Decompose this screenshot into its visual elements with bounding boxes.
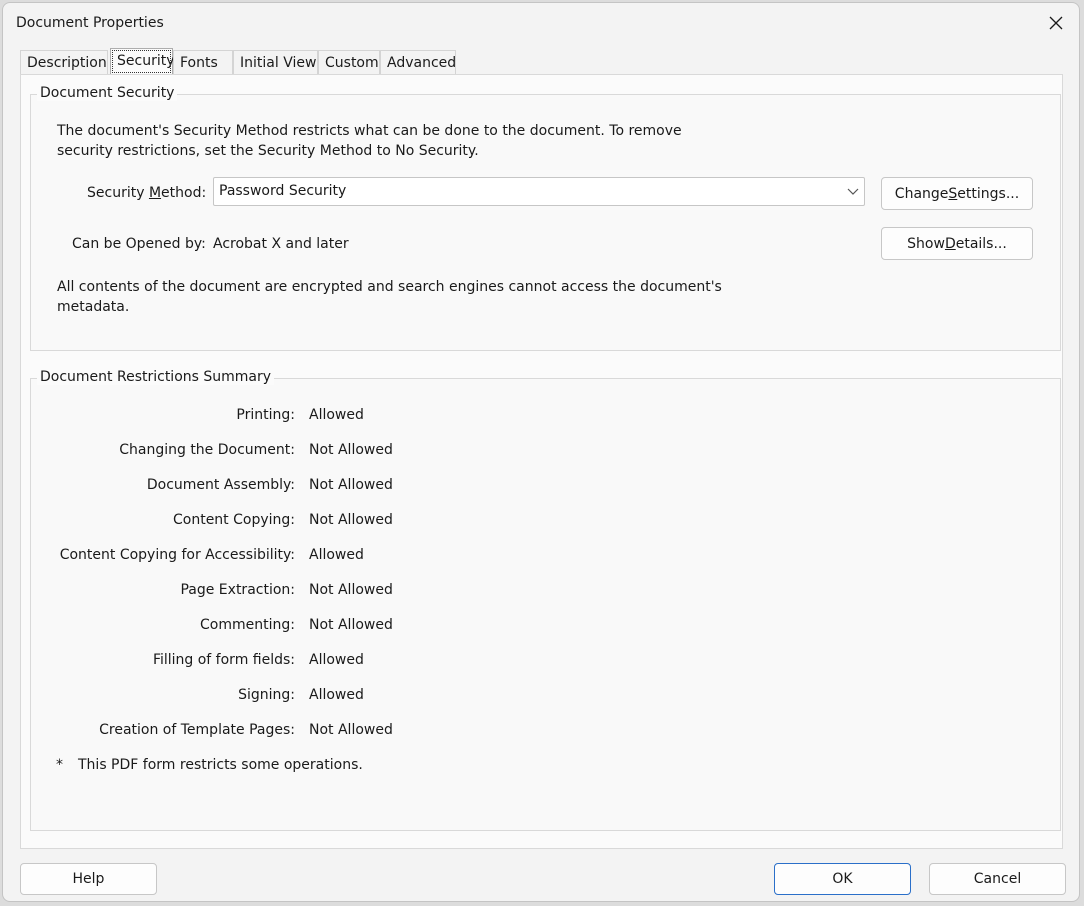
close-icon [1049,16,1063,30]
help-button[interactable]: Help [20,863,157,895]
restriction-value: Allowed [309,687,364,703]
restriction-row-accessibility: Content Copying for Accessibility: Allow… [31,547,631,567]
restriction-value: Allowed [309,547,364,563]
restriction-row-printing: Printing: Allowed [31,407,631,427]
show-details-pre: Show [907,235,945,252]
change-settings-post: ettings... [957,185,1020,202]
restriction-row-changing: Changing the Document: Not Allowed [31,442,631,462]
security-method-label-pre: Security [87,185,149,201]
security-description-line1: The document's Security Method restricts… [57,123,682,139]
tab-custom[interactable]: Custom [318,50,380,75]
restriction-value: Not Allowed [309,477,393,493]
security-method-select[interactable]: Password Security [213,177,865,206]
restrictions-summary-legend: Document Restrictions Summary [37,369,275,385]
restriction-row-commenting: Commenting: Not Allowed [31,617,631,637]
tab-advanced[interactable]: Advanced [380,50,456,75]
restriction-row-signing: Signing: Allowed [31,687,631,707]
document-properties-dialog: Document Properties Description Security… [2,2,1080,902]
title-bar: Document Properties [3,3,1079,45]
restriction-value: Not Allowed [309,442,393,458]
show-details-button[interactable]: Show Details... [881,227,1033,260]
restriction-label: Creation of Template Pages: [99,722,295,738]
document-security-legend: Document Security [37,85,178,101]
restriction-label: Page Extraction: [180,582,295,598]
restriction-label: Signing: [238,687,295,703]
opened-by-label: Can be Opened by: [72,236,206,252]
show-details-post: etails... [955,235,1007,252]
encryption-note: All contents of the document are encrypt… [57,277,722,317]
restriction-row-template-pages: Creation of Template Pages: Not Allowed [31,722,631,742]
security-method-value: Password Security [219,183,347,199]
restriction-row-form-fields: Filling of form fields: Allowed [31,652,631,672]
document-security-group: Document Security The document's Securit… [30,85,1061,351]
restriction-label: Changing the Document: [119,442,295,458]
change-settings-button[interactable]: Change Settings... [881,177,1033,210]
restriction-value: Not Allowed [309,722,393,738]
restriction-label: Document Assembly: [146,477,295,493]
footnote-text: This PDF form restricts some operations. [78,757,363,773]
encryption-note-line2: metadata. [57,299,130,315]
tab-initial-view[interactable]: Initial View [233,50,318,75]
restriction-row-copying: Content Copying: Not Allowed [31,512,631,532]
security-method-label-post: ethod: [161,185,207,201]
restriction-value: Not Allowed [309,582,393,598]
encryption-note-line1: All contents of the document are encrypt… [57,279,722,295]
change-settings-pre: Change [894,185,949,202]
restriction-label: Commenting: [200,617,295,633]
restriction-label: Printing: [236,407,295,423]
restriction-row-assembly: Document Assembly: Not Allowed [31,477,631,497]
restriction-row-extraction: Page Extraction: Not Allowed [31,582,631,602]
show-details-accel: D [944,235,956,252]
tab-description[interactable]: Description [20,50,108,75]
security-tab-panel: Document Security The document's Securit… [20,74,1063,849]
restriction-label: Filling of form fields: [152,652,295,668]
restriction-label: Content Copying: [172,512,295,528]
footnote-marker: * [56,757,63,773]
cancel-button[interactable]: Cancel [929,863,1066,895]
tab-security[interactable]: Security [110,48,175,75]
restriction-value: Allowed [309,652,364,668]
restriction-value: Allowed [309,407,364,423]
close-button[interactable] [1033,3,1079,43]
window-title: Document Properties [16,15,164,31]
opened-by-value: Acrobat X and later [213,236,349,252]
ok-button[interactable]: OK [774,863,911,895]
security-method-label: Security Method: [87,185,206,201]
security-method-label-accel: M [148,185,162,201]
security-description: The document's Security Method restricts… [57,121,682,161]
restriction-value: Not Allowed [309,617,393,633]
restriction-value: Not Allowed [309,512,393,528]
security-description-line2: security restrictions, set the Security … [57,143,479,159]
restriction-label: Content Copying for Accessibility: [59,547,295,563]
restrictions-summary-group: Document Restrictions Summary Printing: … [30,369,1061,831]
chevron-down-icon [847,188,859,195]
change-settings-accel: S [948,185,958,202]
tab-fonts[interactable]: Fonts [173,50,233,75]
